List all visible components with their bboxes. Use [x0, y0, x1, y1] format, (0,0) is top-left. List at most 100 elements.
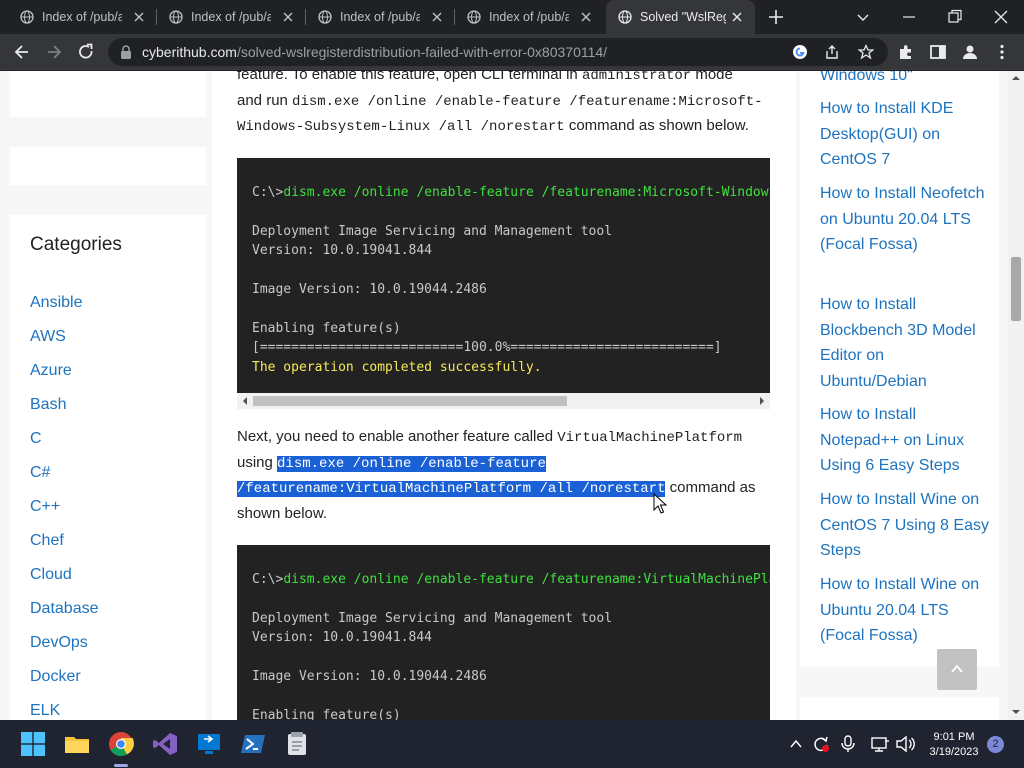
clock-date: 3/19/2023	[929, 746, 979, 758]
notepad-app-icon[interactable]	[284, 731, 310, 757]
post-link[interactable]: How to Install Blockbench 3D Model Edito…	[820, 292, 992, 394]
sidebar-widget	[800, 697, 999, 720]
category-link[interactable]: DevOps	[30, 634, 88, 652]
globe-icon	[318, 10, 332, 24]
terminal-line: Deployment Image Servicing and Managemen…	[252, 611, 613, 626]
post-link[interactable]: How to Install Notepad++ on Linux Using …	[820, 402, 992, 479]
category-link[interactable]: Bash	[30, 396, 66, 414]
browser-tab[interactable]: Index of /pub/a	[8, 0, 157, 34]
scroll-right-icon[interactable]	[758, 397, 766, 405]
share-icon[interactable]	[824, 44, 840, 60]
minimize-icon[interactable]	[899, 7, 919, 27]
categories-title: Categories	[30, 234, 122, 255]
bookmark-star-icon[interactable]	[858, 44, 874, 60]
scrollbar-thumb[interactable]	[253, 396, 567, 406]
globe-icon	[20, 10, 34, 24]
profile-icon[interactable]	[960, 42, 980, 62]
notification-badge[interactable]: 2	[987, 736, 1004, 753]
lock-icon[interactable]	[120, 45, 132, 59]
system-clock[interactable]: 9:01 PM 3/19/2023	[922, 730, 986, 760]
post-link[interactable]: Windows 10"	[820, 71, 992, 89]
tab-title: Index of /pub/a	[340, 10, 420, 24]
article-content: feature. To enable this feature, open CL…	[212, 71, 796, 720]
forward-icon[interactable]	[44, 42, 64, 62]
close-icon[interactable]	[729, 9, 745, 25]
category-link[interactable]: Cloud	[30, 566, 72, 584]
tab-search-icon[interactable]	[853, 7, 873, 27]
category-link[interactable]: Database	[30, 600, 99, 618]
clock-time: 9:01 PM	[933, 731, 975, 743]
back-icon[interactable]	[12, 42, 32, 62]
category-link[interactable]: C#	[30, 464, 50, 482]
code-block[interactable]: C:\>dism.exe /online /enable-feature /fe…	[237, 158, 770, 393]
selected-text[interactable]: dism.exe /online /enable-feature	[277, 455, 546, 472]
google-lens-icon[interactable]	[792, 44, 808, 60]
chevron-up-icon[interactable]	[788, 736, 804, 752]
menu-kebab-icon[interactable]	[992, 42, 1012, 62]
close-window-icon[interactable]	[991, 7, 1011, 27]
file-explorer-icon[interactable]	[64, 731, 90, 757]
restore-icon[interactable]	[945, 7, 965, 27]
post-link[interactable]: How to Install Wine on Ubuntu 20.04 LTS …	[820, 572, 992, 649]
browser-tab[interactable]: Index of /pub/a	[455, 0, 604, 34]
category-link[interactable]: ELK	[30, 702, 60, 720]
browser-tab[interactable]: Index of /pub/a	[306, 0, 455, 34]
powershell-icon[interactable]	[240, 731, 266, 757]
extensions-icon[interactable]	[896, 42, 916, 62]
scroll-down-icon[interactable]	[1012, 708, 1020, 716]
browser-toolbar: cyberithub.com/solved-wslregisterdistrib…	[0, 34, 1024, 70]
sync-alert-icon[interactable]	[812, 735, 830, 753]
windows-taskbar: 9:01 PM 3/19/2023 2	[0, 720, 1024, 768]
terminal-line: Deployment Image Servicing and Managemen…	[252, 224, 613, 239]
category-link[interactable]: Chef	[30, 532, 64, 550]
side-panel-icon[interactable]	[928, 42, 948, 62]
address-bar[interactable]: cyberithub.com/solved-wslregisterdistrib…	[108, 38, 888, 66]
browser-tab[interactable]: Index of /pub/a	[157, 0, 306, 34]
terminal-line: Image Version: 10.0.19044.2486	[252, 282, 487, 297]
network-icon[interactable]	[870, 735, 890, 753]
category-link[interactable]: Azure	[30, 362, 72, 380]
chevron-up-icon	[951, 664, 963, 673]
scroll-up-icon[interactable]	[1012, 74, 1020, 82]
post-link[interactable]: How to Install KDE Desktop(GUI) on CentO…	[820, 96, 992, 173]
category-link[interactable]: C++	[30, 498, 60, 516]
terminal-line: C:\>dism.exe /online /enable-feature /fe…	[252, 572, 770, 587]
terminal-line: Enabling feature(s)	[252, 708, 401, 720]
code-horizontal-scrollbar[interactable]	[237, 393, 770, 409]
text-cursor-icon	[653, 493, 667, 514]
chrome-icon[interactable]	[108, 731, 134, 757]
volume-icon[interactable]	[895, 735, 915, 753]
tab-title: Index of /pub/a	[489, 10, 569, 24]
scroll-left-icon[interactable]	[241, 397, 249, 405]
reload-icon[interactable]	[76, 42, 96, 62]
terminal-line: The operation completed successfully.	[252, 360, 542, 375]
tab-title: Solved "WslReg	[640, 10, 726, 24]
terminal-line: Version: 10.0.19041.844	[252, 243, 433, 258]
scrollbar-thumb[interactable]	[1011, 257, 1021, 321]
selected-text[interactable]: /featurename:VirtualMachinePlatform /all…	[237, 481, 666, 497]
microphone-icon[interactable]	[840, 735, 856, 753]
category-link[interactable]: AWS	[30, 328, 66, 346]
windows-start-icon[interactable]	[20, 731, 46, 757]
post-link[interactable]: How to Install Wine on CentOS 7 Using 8 …	[820, 487, 992, 564]
visual-studio-icon[interactable]	[152, 731, 178, 757]
code-block[interactable]: C:\>dism.exe /online /enable-feature /fe…	[237, 545, 770, 720]
post-link[interactable]: How to Install Neofetch on Ubuntu 20.04 …	[820, 181, 992, 258]
category-link[interactable]: Ansible	[30, 294, 82, 312]
paragraph: Next, you need to enable another feature…	[237, 428, 756, 522]
close-icon[interactable]	[280, 9, 296, 25]
category-link[interactable]: Docker	[30, 668, 81, 686]
terminal-line: Enabling feature(s)	[252, 321, 401, 336]
category-link[interactable]: C	[30, 430, 42, 448]
tab-strip: Index of /pub/a Index of /pub/a Index of…	[0, 0, 1024, 34]
browser-tab-active[interactable]: Solved "WslReg	[606, 0, 755, 34]
page-scrollbar[interactable]	[1008, 71, 1024, 720]
close-icon[interactable]	[131, 9, 147, 25]
sidebar-widget	[10, 71, 206, 117]
close-icon[interactable]	[578, 9, 594, 25]
terminal-line: C:\>dism.exe /online /enable-feature /fe…	[252, 185, 770, 200]
new-tab-icon[interactable]	[766, 7, 786, 27]
close-icon[interactable]	[429, 9, 445, 25]
remote-desktop-icon[interactable]	[196, 731, 222, 757]
back-to-top-button[interactable]	[937, 649, 977, 690]
